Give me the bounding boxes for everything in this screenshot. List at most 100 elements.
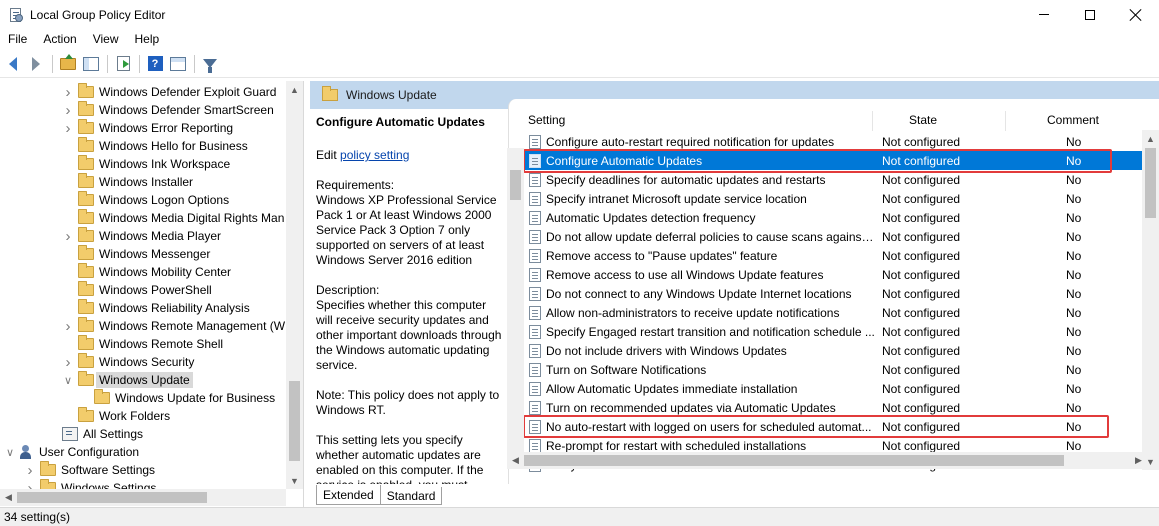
folder-icon — [78, 317, 94, 332]
help-button[interactable]: ? — [144, 53, 166, 75]
chevron-right-icon[interactable]: › — [62, 318, 74, 335]
column-setting[interactable]: Setting — [528, 109, 565, 131]
menu-action[interactable]: Action — [35, 32, 84, 46]
tree-item[interactable]: Windows Installer — [62, 173, 193, 191]
show-hide-tree-button[interactable] — [80, 53, 102, 75]
tree-item[interactable]: Windows Mobility Center — [62, 263, 231, 281]
scrollbar-thumb[interactable] — [17, 492, 207, 503]
minimize-button[interactable] — [1021, 0, 1067, 29]
policy-row[interactable]: Do not include drivers with Windows Upda… — [525, 341, 1140, 360]
column-divider[interactable] — [1005, 111, 1006, 131]
chevron-right-icon[interactable]: › — [62, 354, 74, 371]
policy-comment: No — [1066, 229, 1082, 244]
tab-extended[interactable]: Extended — [316, 485, 381, 505]
scroll-up-icon[interactable]: ▲ — [286, 81, 303, 98]
forward-button[interactable] — [25, 53, 47, 75]
policy-row[interactable]: Remove access to "Pause updates" feature… — [525, 246, 1140, 265]
list-horizontal-scrollbar[interactable]: ◀ ▶ — [507, 452, 1147, 469]
scrollbar-thumb[interactable] — [510, 170, 521, 200]
toolbar-separator — [194, 54, 195, 73]
policy-setting-icon — [529, 267, 541, 282]
list-vertical-scrollbar[interactable]: ▲ ▼ — [1142, 130, 1159, 470]
tree-item-label: Windows PowerShell — [99, 283, 212, 297]
folder-icon — [78, 263, 94, 278]
tree-item[interactable]: Windows Ink Workspace — [62, 155, 230, 173]
chevron-down-icon[interactable]: ∨ — [4, 446, 16, 459]
policy-row[interactable]: Specify Engaged restart transition and n… — [525, 322, 1140, 341]
tab-standard[interactable]: Standard — [379, 487, 443, 505]
tree-item[interactable]: ∨ Windows Update — [62, 371, 193, 389]
policy-setting-link[interactable]: policy setting — [340, 148, 409, 162]
extended-description: Configure Automatic Updates Edit policy … — [310, 109, 508, 484]
description-vertical-scrollbar[interactable] — [507, 148, 524, 468]
scrollbar-thumb[interactable] — [1145, 148, 1156, 218]
policy-comment: No — [1066, 400, 1082, 415]
policy-comment: No — [1066, 267, 1082, 282]
scrollbar-thumb[interactable] — [524, 455, 1064, 466]
tree-item[interactable]: Windows PowerShell — [62, 281, 212, 299]
tree-horizontal-scrollbar[interactable]: ◀ — [0, 489, 286, 506]
chevron-right-icon[interactable]: › — [62, 102, 74, 119]
tree-item[interactable]: Work Folders — [62, 407, 170, 425]
policy-comment: No — [1066, 191, 1082, 206]
menu-file[interactable]: File — [0, 32, 35, 46]
tree-item[interactable]: Windows Reliability Analysis — [62, 299, 250, 317]
policy-row[interactable]: Do not allow update deferral policies to… — [525, 227, 1140, 246]
tree-item[interactable]: Windows Media Digital Rights Man — [62, 209, 284, 227]
column-divider[interactable] — [872, 111, 873, 131]
chevron-right-icon[interactable]: › — [24, 462, 36, 479]
tree-item-label: Work Folders — [99, 409, 171, 423]
policy-state: Not configured — [882, 172, 961, 187]
tree-item[interactable]: Windows Messenger — [62, 245, 210, 263]
tree-item[interactable]: › Windows Security — [62, 353, 194, 371]
tree-item[interactable]: › Windows Defender Exploit Guard — [62, 83, 276, 101]
window-controls — [1021, 0, 1159, 29]
scroll-left-icon[interactable]: ◀ — [0, 489, 17, 506]
toolbar-separator — [107, 54, 108, 73]
tree-item[interactable]: › Windows Error Reporting — [62, 119, 233, 137]
policy-state: Not configured — [882, 305, 961, 320]
scroll-left-icon[interactable]: ◀ — [507, 452, 524, 469]
policy-comment: No — [1066, 172, 1082, 187]
policy-row[interactable]: Specify intranet Microsoft update servic… — [525, 189, 1140, 208]
policy-row[interactable]: Automatic Updates detection frequency Not… — [525, 208, 1140, 227]
chevron-right-icon[interactable]: › — [62, 84, 74, 101]
tree-item[interactable]: › Windows Media Player — [62, 227, 221, 245]
tree-item[interactable]: Windows Logon Options — [62, 191, 229, 209]
tree-item-all-settings[interactable]: All Settings — [46, 425, 143, 443]
column-comment[interactable]: Comment — [1047, 109, 1099, 131]
menu-help[interactable]: Help — [127, 32, 168, 46]
tree-item-user-configuration[interactable]: ∨ User Configuration — [4, 443, 139, 461]
tree-item[interactable]: Windows Remote Shell — [62, 335, 223, 353]
policy-row[interactable]: Do not connect to any Windows Update Int… — [525, 284, 1140, 303]
chevron-down-icon[interactable]: ∨ — [62, 374, 74, 387]
maximize-button[interactable] — [1067, 0, 1113, 29]
policy-row[interactable]: Allow Automatic Updates immediate instal… — [525, 379, 1140, 398]
tree-item[interactable]: Windows Update for Business — [78, 389, 275, 407]
scroll-up-icon[interactable]: ▲ — [1142, 130, 1159, 147]
close-button[interactable] — [1113, 0, 1159, 29]
policy-row[interactable]: Allow non-administrators to receive upda… — [525, 303, 1140, 322]
scroll-down-icon[interactable]: ▼ — [286, 472, 303, 489]
maximize-icon — [1085, 9, 1095, 20]
back-button[interactable] — [2, 53, 24, 75]
filter-button[interactable] — [199, 53, 221, 75]
policy-row[interactable]: Turn on Software Notifications Not config… — [525, 360, 1140, 379]
scrollbar-thumb[interactable] — [289, 381, 300, 461]
tree-item[interactable]: Windows Hello for Business — [62, 137, 248, 155]
tree-item[interactable]: › Windows Defender SmartScreen — [62, 101, 274, 119]
chevron-right-icon[interactable]: › — [62, 120, 74, 137]
up-one-level-button[interactable] — [57, 53, 79, 75]
policy-name: Specify Engaged restart transition and n… — [546, 324, 875, 339]
scroll-right-icon[interactable]: ▶ — [1130, 452, 1147, 469]
menu-view[interactable]: View — [85, 32, 127, 46]
policy-row[interactable]: Remove access to use all Windows Update … — [525, 265, 1140, 284]
tree-item[interactable]: › Windows Remote Management (W — [62, 317, 285, 335]
export-list-button[interactable] — [112, 53, 134, 75]
column-state[interactable]: State — [909, 109, 937, 131]
tree-item-software-settings[interactable]: › Software Settings — [24, 461, 155, 479]
tree-vertical-scrollbar[interactable]: ▲ ▼ — [286, 81, 303, 489]
tree-item-label: Windows Remote Management (W — [99, 319, 286, 333]
show-hide-action-pane-button[interactable] — [167, 53, 189, 75]
chevron-right-icon[interactable]: › — [62, 228, 74, 245]
